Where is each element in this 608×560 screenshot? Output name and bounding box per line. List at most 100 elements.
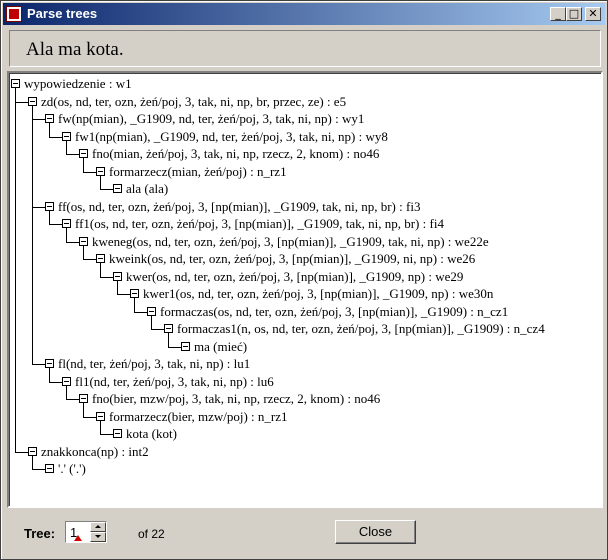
tree-connector-line xyxy=(32,455,33,469)
sentence-text: Ala ma kota. xyxy=(26,39,124,60)
tree-node-label: kwer(os, nd, ter, ozn, żeń/poj, 3, [np(m… xyxy=(126,268,464,284)
minimize-button[interactable]: _ xyxy=(550,7,566,21)
collapse-icon[interactable] xyxy=(62,376,71,386)
collapse-icon[interactable] xyxy=(113,429,122,438)
collapse-icon[interactable] xyxy=(62,219,71,228)
collapse-icon[interactable] xyxy=(62,131,71,141)
collapse-icon[interactable] xyxy=(181,341,190,351)
parse-tree-view[interactable]: wypowiedzenie : w1 zd(os, nd, ter, ozn, ż… xyxy=(7,71,603,508)
collapse-icon[interactable] xyxy=(79,236,88,246)
tree-connector-line xyxy=(100,434,113,435)
tree-node-label: kwer1(os, nd, ter, ozn, żeń/poj, 3, [np(… xyxy=(143,286,494,301)
tree-connector-line xyxy=(117,294,130,295)
tree-node-label: zd(os, nd, ter, ozn, żeń/poj, 3, tak, ni… xyxy=(41,93,347,109)
close-window-button[interactable]: ✕ xyxy=(585,7,601,21)
parse-trees-window: Parse trees _ □ ✕ Ala ma kota. wypowiedz… xyxy=(0,0,608,560)
collapse-icon[interactable] xyxy=(45,114,54,123)
sentence-panel: Ala ma kota. xyxy=(9,30,601,67)
tree-connector-line xyxy=(66,140,67,154)
collapse-icon[interactable] xyxy=(28,446,37,456)
tree-number-spinner[interactable]: 1 xyxy=(65,521,107,543)
collapse-icon[interactable] xyxy=(147,306,156,316)
tree-node-label: ff(os, nd, ter, ozn, żeń/poj, 3, [np(mia… xyxy=(58,198,421,214)
tree-connector-line xyxy=(151,315,152,329)
tree-node-label: formarzecz(mian, żeń/poj) : n_rz1 xyxy=(109,163,287,179)
tree-connector-line xyxy=(49,368,50,382)
tree-connector-line xyxy=(49,381,62,383)
tree-label: Tree: xyxy=(24,526,56,541)
tree-node-label: fno(mian, żeń/poj, 3, tak, ni, np, rzecz… xyxy=(92,146,380,161)
tree-node-label: ala (ala) xyxy=(126,181,169,196)
collapse-icon[interactable] xyxy=(96,411,105,421)
tree-connector-line xyxy=(168,333,169,347)
collapse-icon[interactable] xyxy=(79,149,88,158)
tree-connector-line xyxy=(15,101,28,103)
collapse-icon[interactable] xyxy=(45,359,54,368)
maximize-button[interactable]: □ xyxy=(566,7,582,21)
tree-node-label: fno(bier, mzw/poj, 3, tak, ni, np, rzecz… xyxy=(92,391,381,406)
tree-node-label: formaczas(os, nd, ter, ozn, żeń/poj, 3, … xyxy=(160,303,509,319)
tree-connector-line xyxy=(100,276,113,278)
tree-node-label: wypowiedzenie : w1 xyxy=(24,76,132,91)
tree-connector-line xyxy=(66,399,79,400)
tree-connector-line xyxy=(83,245,84,259)
tree-connector-line xyxy=(168,346,181,348)
tree-connector-line xyxy=(49,210,50,224)
tree-connector-line xyxy=(66,385,67,399)
collapse-icon[interactable] xyxy=(130,289,139,298)
collapse-icon[interactable] xyxy=(45,464,54,473)
tree-node-label: ff1(os, nd, ter, ozn, żeń/poj, 3, [np(mi… xyxy=(75,216,444,231)
collapse-icon[interactable] xyxy=(11,79,20,88)
tree-node-label: fw(np(mian), _G1909, nd, ter, żeń/poj, 3… xyxy=(58,111,365,126)
tree-count-label: of 22 xyxy=(138,527,165,541)
tree-connector-line xyxy=(32,105,33,364)
tree-connector-line xyxy=(151,329,164,330)
tree-connector-line xyxy=(49,224,62,225)
tree-node-label: kweneg(os, nd, ter, ozn, żeń/poj, 3, [np… xyxy=(92,233,489,249)
collapse-icon[interactable] xyxy=(45,201,54,211)
title-bar[interactable]: Parse trees _ □ ✕ xyxy=(3,3,605,25)
tree-node-label: '.' ('.') xyxy=(58,461,86,476)
tree-node-label: kweink(os, nd, ter, ozn, żeń/poj, 3, [np… xyxy=(109,251,476,266)
tree-connector-line xyxy=(134,298,135,312)
tree-connector-line xyxy=(66,154,79,155)
spin-up-button[interactable] xyxy=(90,522,106,532)
collapse-icon[interactable] xyxy=(113,184,122,193)
tree-connector-line xyxy=(83,158,84,172)
footer-bar: Tree: 1 of 22 Close xyxy=(1,511,607,559)
collapse-icon[interactable] xyxy=(113,271,122,281)
tree-connector-line xyxy=(100,263,101,277)
tree-connector-line xyxy=(134,311,147,313)
collapse-icon[interactable] xyxy=(164,324,173,333)
tree-connector-line xyxy=(100,189,113,190)
tree-node-label: formarzecz(bier, mzw/poj) : n_rz1 xyxy=(109,408,288,424)
collapse-icon[interactable] xyxy=(96,254,105,263)
window-title: Parse trees xyxy=(27,6,98,21)
tree-connector-line xyxy=(49,136,62,138)
app-icon xyxy=(6,6,22,22)
tree-connector-line xyxy=(117,280,118,294)
tree-connector-line xyxy=(66,241,79,243)
tree-connector-line xyxy=(15,451,28,453)
spin-down-button[interactable] xyxy=(90,532,106,542)
tree-connector-line xyxy=(83,171,96,173)
tree-connector-line xyxy=(32,119,45,120)
collapse-icon[interactable] xyxy=(79,394,88,403)
error-marker-icon xyxy=(74,535,82,541)
tree-connector-line xyxy=(83,416,96,418)
tree-node-label: ma (mieć) xyxy=(194,338,248,354)
tree-connector-line xyxy=(49,123,50,137)
close-button[interactable]: Close xyxy=(335,520,416,544)
collapse-icon[interactable] xyxy=(96,166,105,176)
tree-connector-line xyxy=(100,420,101,434)
tree-connector-line xyxy=(100,175,101,189)
tree-node-label: fl(nd, ter, żeń/poj, 3, tak, ni, np) : l… xyxy=(58,356,251,371)
tree-connector-line xyxy=(15,88,16,452)
collapse-icon[interactable] xyxy=(28,96,37,106)
tree-connector-line xyxy=(32,469,45,470)
tree-connector-line xyxy=(32,206,45,208)
tree-connector-line xyxy=(83,403,84,417)
tree-connector-line xyxy=(83,259,96,260)
tree-node-label: formaczas1(n, os, nd, ter, ozn, żeń/poj,… xyxy=(177,321,545,336)
tree-node-label: kota (kot) xyxy=(126,426,177,441)
